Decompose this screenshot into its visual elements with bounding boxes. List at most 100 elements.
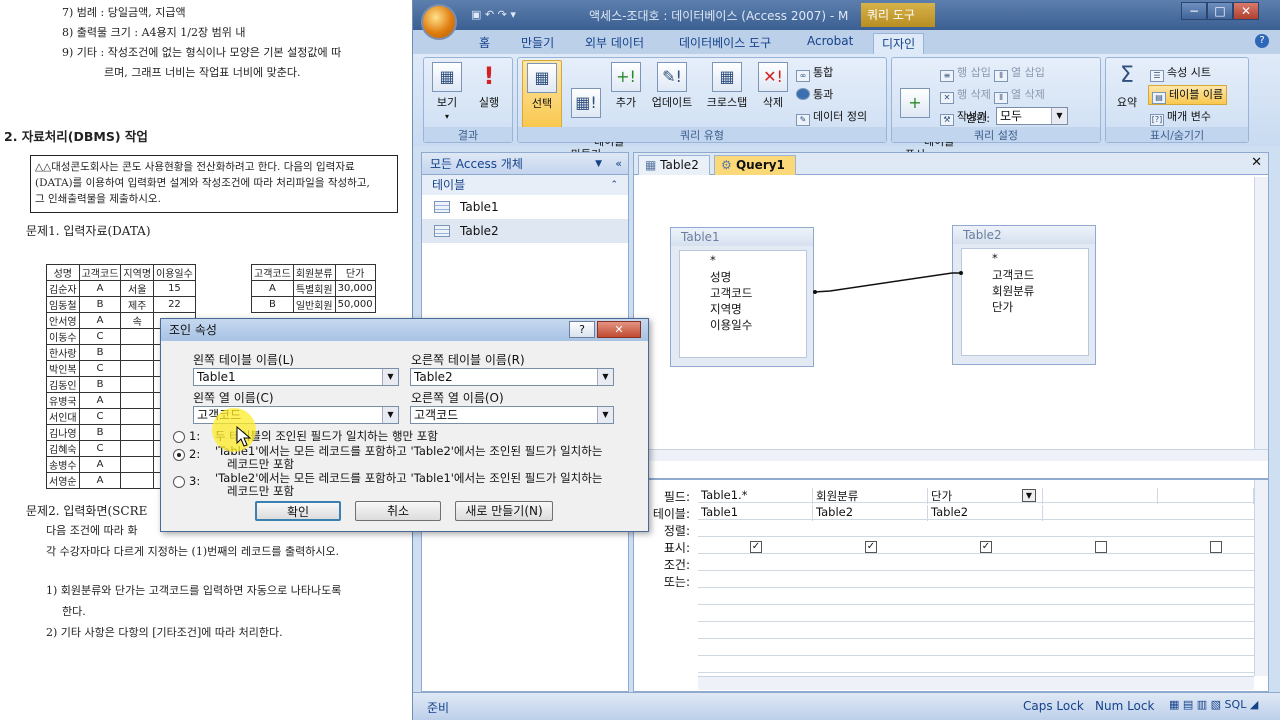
view-switch-icons[interactable]: ▦ ▤ ▥ ▧ SQL ◢ [1169, 698, 1258, 711]
table-cell [120, 424, 155, 441]
right-column-select[interactable]: 고객코드 ▼ [410, 406, 614, 424]
chevron-down-icon[interactable]: ▼ [1022, 489, 1036, 502]
crosstab-button[interactable]: ▦ 크로스탭 [702, 62, 752, 109]
table-cell: 서울 [120, 280, 155, 297]
pass-through-button[interactable]: 통과 [796, 86, 833, 102]
run-button[interactable]: ! 실행 [472, 62, 506, 109]
grid-table-cell[interactable]: Table2 [813, 505, 928, 521]
grid-field-cell[interactable]: Table1.* [698, 488, 813, 504]
grid-table-cell[interactable]: Table1 [698, 505, 813, 521]
minimize-button[interactable]: − [1181, 2, 1207, 20]
left-table-select[interactable]: Table1 ▼ [193, 368, 399, 386]
insert-column-button[interactable]: ⫴ 열 삽입 [994, 64, 1045, 82]
builder-icon: ⚒ [940, 114, 954, 126]
close-button[interactable]: ✕ [1233, 2, 1259, 20]
return-select[interactable]: 모두 ▼ [996, 107, 1068, 125]
grid-field-cell[interactable] [1043, 488, 1158, 504]
join-option-3-label[interactable]: 'Table2'에서는 모든 레코드를 포함하고 'Table1'에서는 조인된… [215, 472, 602, 484]
delete-row-icon: ✕ [940, 92, 954, 104]
data-definition-button[interactable]: ✎ 데이터 정의 [796, 108, 867, 126]
group-label: 쿼리 설정 [892, 127, 1100, 142]
nav-item-label: Table1 [460, 200, 499, 214]
doc-line: 1) 회원분류와 단가는 고객코드를 입력하면 자동으로 나타나도록 [46, 584, 342, 597]
property-sheet-button[interactable]: ☰ 속성 시트 [1150, 64, 1211, 82]
table-cell [120, 344, 155, 361]
select-label: 선택 [531, 97, 553, 110]
delete-query-button[interactable]: ✕! 삭제 [756, 62, 790, 109]
join-line[interactable] [634, 153, 1268, 473]
show-checkbox[interactable] [1095, 541, 1107, 553]
vertical-scrollbar[interactable] [1254, 177, 1268, 453]
union-button[interactable]: ∞ 통합 [796, 64, 833, 82]
group-label: 결과 [424, 127, 512, 142]
tab-home[interactable]: 홈 [479, 34, 490, 51]
new-button[interactable]: 새로 만들기(N) [455, 501, 553, 521]
make-table-icon: ▦! [571, 88, 601, 118]
ok-button[interactable]: 확인 [255, 501, 341, 521]
tab-external-data[interactable]: 외부 데이터 [585, 34, 644, 51]
grid-vertical-scrollbar[interactable] [1254, 480, 1268, 676]
insert-row-button[interactable]: ≡ 행 삽입 [940, 64, 991, 82]
office-button[interactable] [421, 4, 457, 40]
grid-field-cell[interactable]: 회원분류 [813, 488, 928, 504]
show-checkbox[interactable]: ✓ [980, 541, 992, 553]
help-icon[interactable]: ? [1255, 34, 1269, 48]
table-cell: A [78, 472, 122, 489]
table-cell: 송병수 [46, 456, 80, 473]
view-button[interactable]: ▦ 보기 ▾ [430, 62, 464, 123]
show-checkbox[interactable]: ✓ [865, 541, 877, 553]
tab-design[interactable]: 디자인 [873, 33, 925, 54]
tab-create[interactable]: 만들기 [521, 34, 554, 51]
join-option-2-radio[interactable] [173, 449, 185, 461]
parameters-button[interactable]: [?] 매개 변수 [1150, 108, 1211, 126]
right-table-label: 오른쪽 테이블 이름(R) [411, 353, 525, 367]
table-cell: 임동철 [46, 296, 80, 313]
totals-button[interactable]: Σ 요약 [1110, 62, 1144, 109]
insert-row-label: 행 삽입 [957, 66, 991, 79]
chevron-down-icon: ▼ [597, 407, 613, 423]
nav-item-table1[interactable]: Table1 [422, 195, 628, 219]
grid-field-cell[interactable]: 단가 ▼ [928, 488, 1043, 504]
delete-column-button[interactable]: ⫴ 열 삭제 [994, 86, 1045, 104]
horizontal-scrollbar[interactable] [634, 449, 1268, 461]
table-cell: C [78, 360, 122, 377]
update-button[interactable]: ✎! 업데이트 [646, 62, 698, 109]
table-cell: 한사랑 [46, 344, 80, 361]
chevron-up-icon: ⌃ [610, 180, 618, 190]
show-checkbox[interactable]: ✓ [750, 541, 762, 553]
option-number: 2: [189, 447, 201, 461]
grid-icon: ▦ [432, 62, 462, 92]
collapse-pane-icon[interactable]: « [615, 153, 622, 175]
quick-access-toolbar[interactable]: ▣ ↶ ↷ ▾ [471, 8, 516, 21]
nav-item-table2[interactable]: Table2 [422, 219, 628, 243]
close-icon[interactable]: ✕ [597, 321, 641, 338]
join-option-1-radio[interactable] [173, 431, 185, 443]
num-lock-indicator: Num Lock [1095, 699, 1155, 713]
select-query-button[interactable]: ▦ 선택 [522, 60, 562, 128]
chevron-down-icon[interactable]: ▼ [595, 153, 602, 175]
dialog-title: 조인 속성 [169, 323, 217, 337]
group-query-setup: + 테이블 표시 ≡행 삽입 ✕행 삭제 ⚒작성기 ⫴열 삽입 ⫴열 삭제 반환… [891, 57, 1101, 161]
table-names-label: 테이블 이름 [1169, 88, 1224, 101]
show-checkbox[interactable] [1210, 541, 1222, 553]
join-option-2-label[interactable]: 'Table1'에서는 모든 레코드를 포함하고 'Table2'에서는 조인된… [215, 445, 602, 457]
table-cell: 특별회원 [292, 280, 336, 297]
grid-table-cell[interactable]: Table2 [928, 505, 1043, 521]
nav-header[interactable]: 모든 Access 개체 ▼ « [422, 153, 628, 175]
delete-row-button[interactable]: ✕ 행 삭제 [940, 86, 991, 104]
doc-line: 9) 기타 : 작성조건에 없는 형식이나 모양은 기본 설정값에 따 [62, 46, 342, 59]
right-table-select[interactable]: Table2 ▼ [410, 368, 614, 386]
tab-acrobat[interactable]: Acrobat [807, 34, 853, 48]
table-names-button[interactable]: ▤ 테이블 이름 [1148, 85, 1228, 105]
help-icon[interactable]: ? [569, 321, 595, 338]
append-button[interactable]: +! 추가 [610, 62, 642, 109]
cancel-button[interactable]: 취소 [355, 501, 441, 521]
grid-horizontal-scrollbar[interactable] [698, 676, 1254, 690]
nav-section-tables[interactable]: 테이블 ⌃ [422, 175, 628, 195]
join-option-3-radio[interactable] [173, 476, 185, 488]
section-title: 2. 자료처리(DBMS) 작업 [4, 129, 148, 144]
table-cell: 22 [153, 296, 196, 313]
maximize-button[interactable]: □ [1207, 2, 1233, 20]
tab-database-tools[interactable]: 데이터베이스 도구 [679, 34, 771, 51]
grid-field-cell[interactable] [1158, 488, 1254, 504]
